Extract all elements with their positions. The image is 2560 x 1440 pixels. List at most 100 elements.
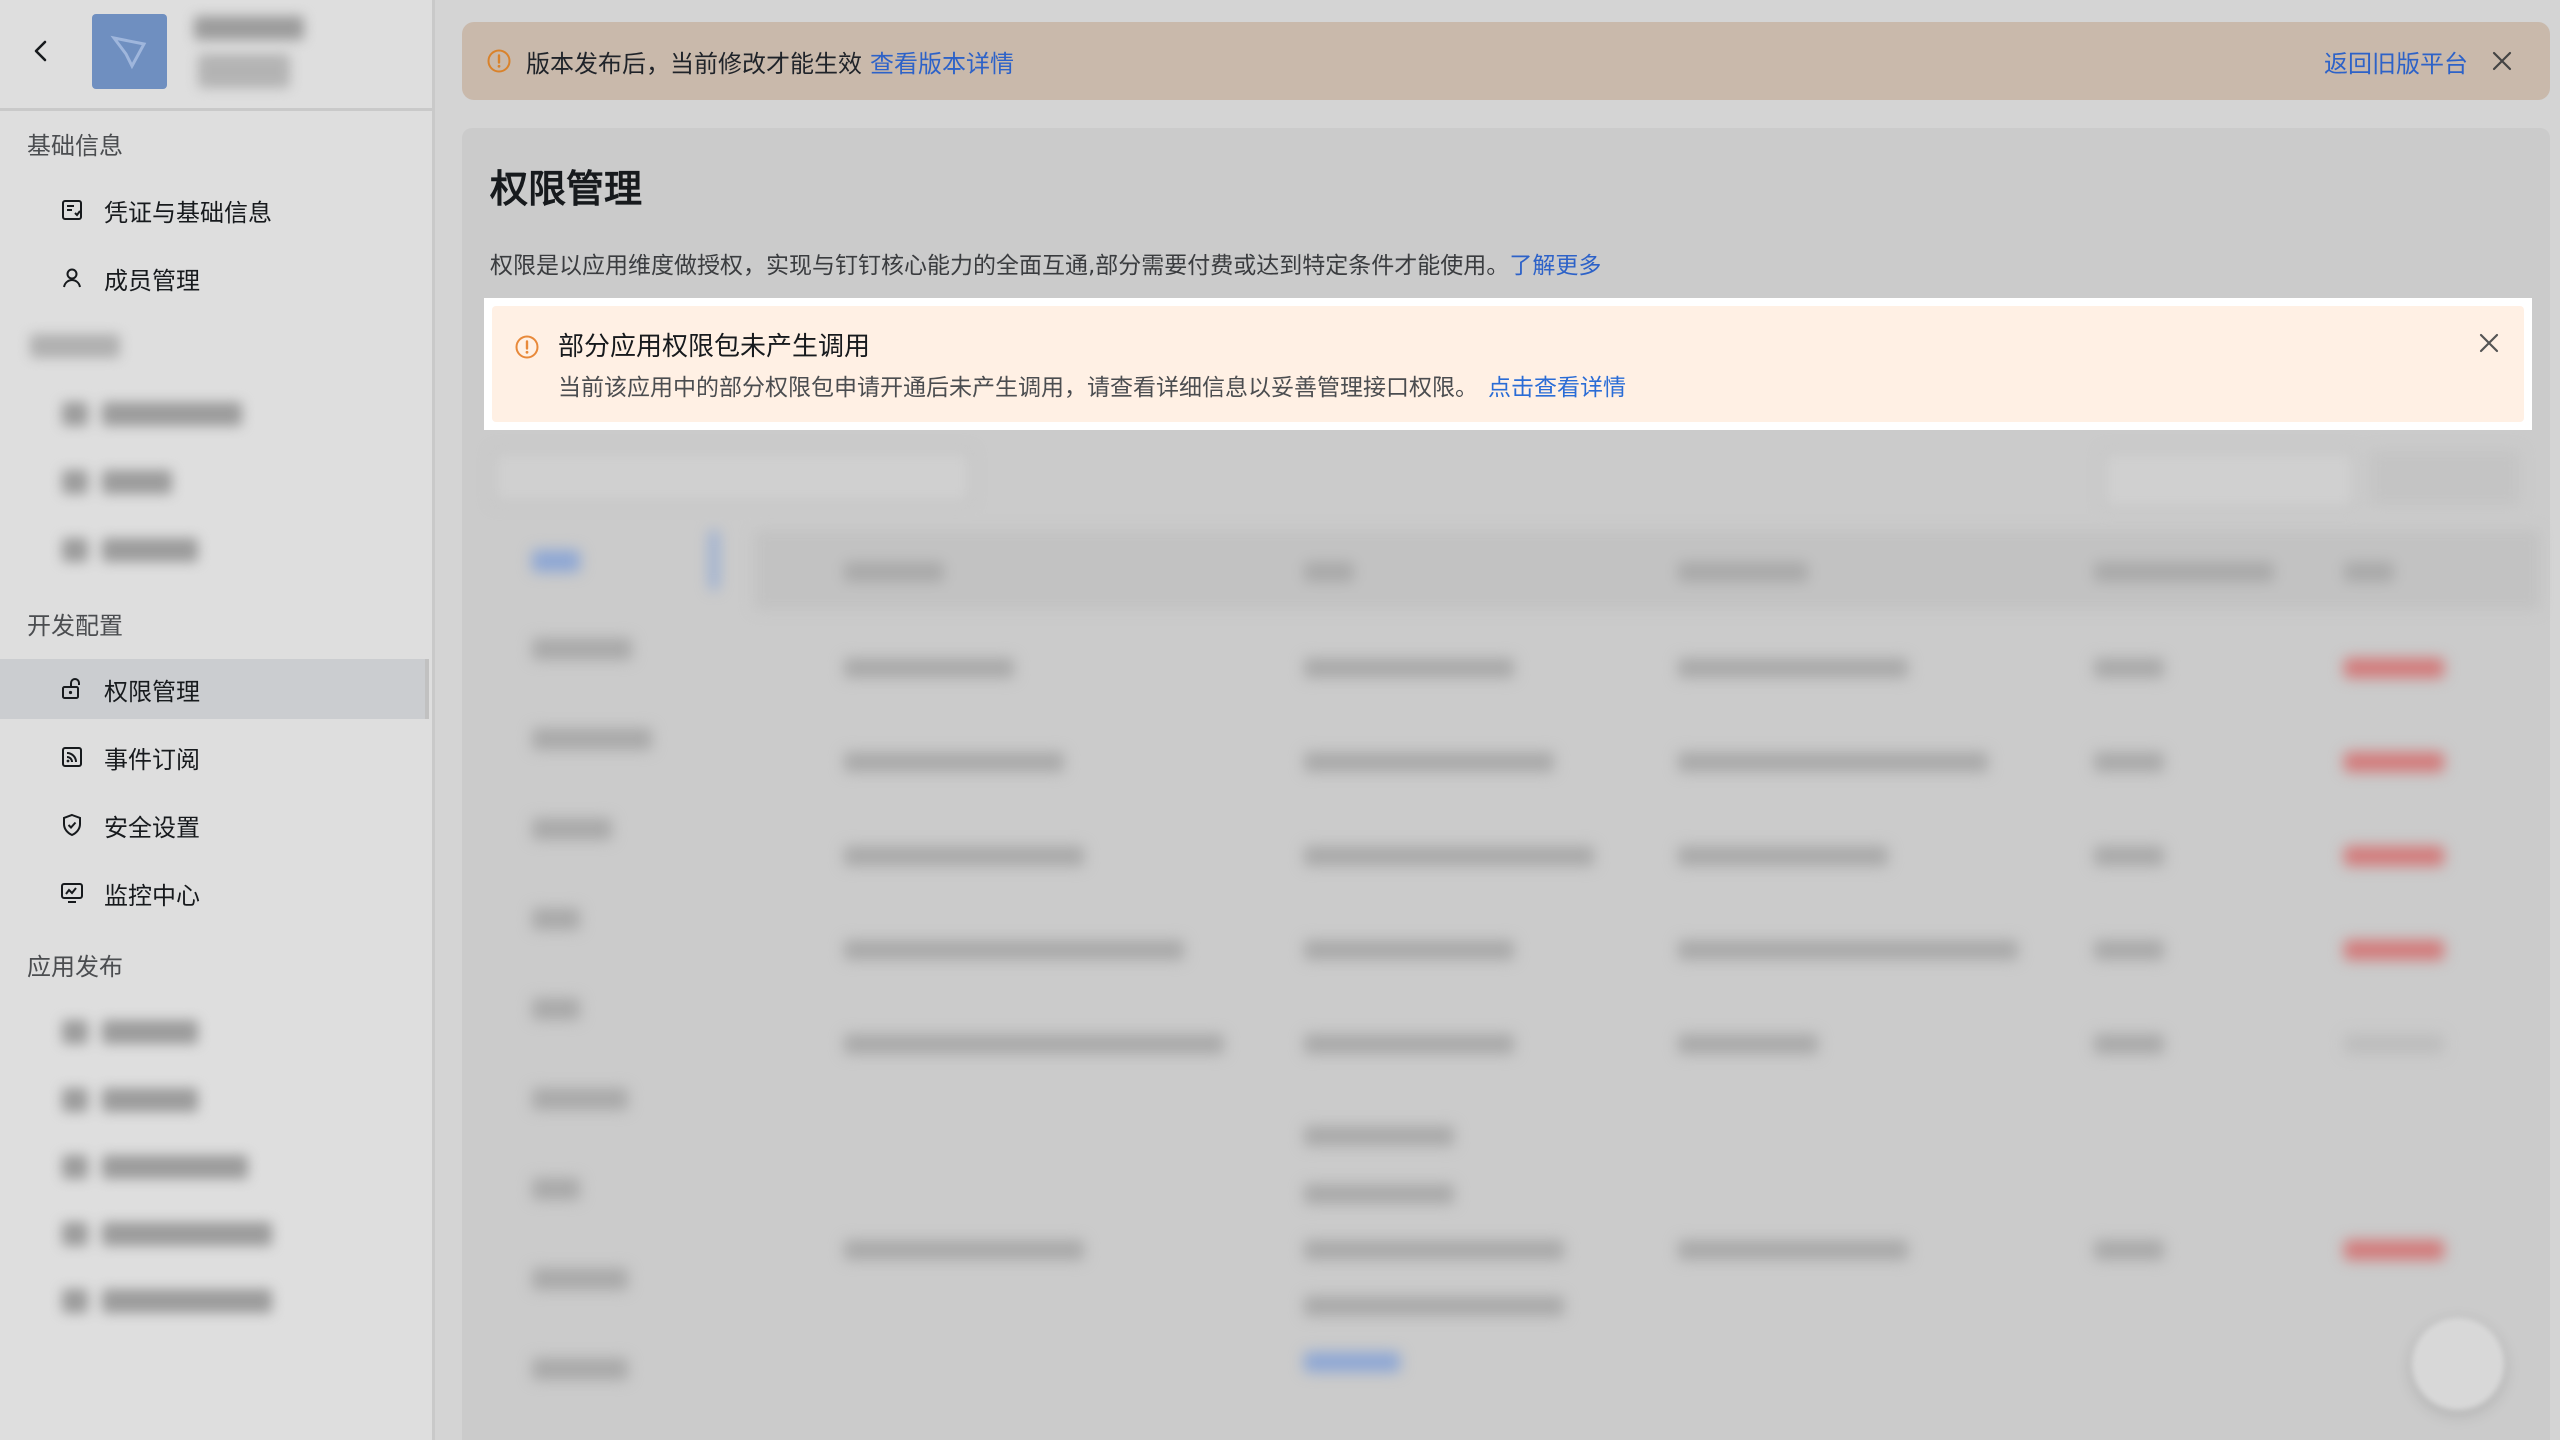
table-row[interactable] (2344, 658, 2444, 678)
sidebar: 基础信息 凭证与基础信息 成员管理 开发配置 权限管理 事件订阅 安全设置 监控… (0, 0, 435, 1440)
table-row[interactable] (844, 940, 1184, 960)
sidebar-item-blurred[interactable] (62, 470, 172, 498)
table-row[interactable] (2344, 752, 2444, 772)
table-row[interactable] (1304, 1184, 1454, 1204)
category-item[interactable] (532, 728, 652, 750)
category-item[interactable] (532, 638, 632, 660)
return-old-platform-link[interactable]: 返回旧版平台 (2324, 44, 2468, 79)
sidebar-item-monitor[interactable]: 监控中心 (0, 863, 429, 923)
shield-icon (60, 813, 84, 837)
table-row[interactable] (1304, 1034, 1514, 1054)
view-details-link[interactable]: 点击查看详情 (1488, 375, 1626, 401)
monitor-icon (60, 881, 84, 905)
sidebar-item-security[interactable]: 安全设置 (0, 795, 429, 855)
warning-icon (515, 335, 539, 359)
description-text: 权限是以应用维度做授权，实现与钉钉核心能力的全面互通,部分需要付费或达到特定条件… (490, 253, 1510, 279)
category-item[interactable] (532, 1178, 580, 1200)
table-row[interactable] (2344, 846, 2444, 866)
info-icon (487, 49, 511, 73)
sidebar-item-blurred[interactable] (62, 538, 198, 566)
toolbar-button[interactable] (2370, 450, 2520, 506)
table-row[interactable] (1678, 1034, 1818, 1054)
sidebar-section-publish: 应用发布 (27, 953, 123, 981)
table-row[interactable] (844, 658, 1014, 678)
category-item[interactable] (532, 550, 580, 572)
table-header-cell (1304, 562, 1354, 582)
sidebar-item-blurred[interactable] (62, 1222, 272, 1250)
sidebar-item-permissions[interactable]: 权限管理 (0, 659, 429, 719)
table-row[interactable] (2344, 1240, 2444, 1260)
table-row[interactable] (844, 1240, 1084, 1260)
category-item[interactable] (532, 818, 612, 840)
sidebar-item-blurred[interactable] (62, 1155, 248, 1183)
sidebar-item-label: 事件订阅 (104, 745, 200, 774)
sidebar-item-events[interactable]: 事件订阅 (0, 727, 429, 787)
table-row[interactable] (1678, 752, 1988, 772)
close-icon[interactable] (2490, 49, 2514, 73)
sidebar-header (0, 0, 432, 111)
table-row[interactable] (1678, 658, 1908, 678)
table-row[interactable] (2094, 658, 2164, 678)
table-header-cell (844, 562, 944, 582)
table-row[interactable] (1678, 1240, 1908, 1260)
unused-permission-alert: 部分应用权限包未产生调用 当前该应用中的部分权限包申请开通后未产生调用，请查看详… (492, 306, 2524, 422)
sidebar-item-blurred[interactable] (62, 402, 242, 430)
table-row[interactable] (1304, 1240, 1564, 1260)
unlock-icon (60, 677, 84, 701)
table-header-cell (1678, 562, 1808, 582)
assistant-float-button[interactable] (2412, 1318, 2504, 1410)
table-row[interactable] (2094, 846, 2164, 866)
table-row[interactable] (1678, 846, 1888, 866)
sidebar-item-blurred[interactable] (62, 1020, 198, 1048)
category-item[interactable] (532, 1088, 628, 1110)
category-item[interactable] (532, 908, 580, 930)
table-row[interactable] (1678, 940, 2018, 960)
sidebar-item-blurred[interactable] (62, 1088, 198, 1116)
table-row[interactable] (1304, 658, 1514, 678)
search-input[interactable] (492, 450, 972, 504)
table-row[interactable] (2094, 940, 2164, 960)
sidebar-item-label: 凭证与基础信息 (104, 198, 272, 227)
table-header-cell (2094, 562, 2274, 582)
table-row[interactable] (1304, 752, 1554, 772)
category-item[interactable] (532, 998, 580, 1020)
category-item[interactable] (532, 1268, 628, 1290)
page-description: 权限是以应用维度做授权，实现与钉钉核心能力的全面互通,部分需要付费或达到特定条件… (490, 246, 1601, 280)
alert-body: 当前该应用中的部分权限包申请开通后未产生调用，请查看详细信息以妥善管理接口权限。… (558, 368, 1626, 402)
category-item[interactable] (532, 1358, 628, 1380)
table-row[interactable] (2344, 1034, 2444, 1054)
credential-icon (60, 198, 84, 222)
alert-body-text: 当前该应用中的部分权限包申请开通后未产生调用，请查看详细信息以妥善管理接口权限。 (558, 375, 1478, 401)
table-row[interactable] (1304, 1296, 1564, 1316)
close-icon[interactable] (2474, 328, 2504, 358)
toolbar-button[interactable] (2102, 450, 2356, 510)
sidebar-section-basic: 基础信息 (27, 132, 123, 160)
sidebar-item-label: 安全设置 (104, 813, 200, 842)
table-row[interactable] (1304, 1126, 1454, 1146)
user-icon (60, 266, 84, 290)
table-row[interactable] (844, 1034, 1224, 1054)
sidebar-item-label: 监控中心 (104, 881, 200, 910)
table-row[interactable] (844, 846, 1084, 866)
page-title: 权限管理 (490, 167, 643, 211)
category-scroll-indicator (710, 530, 718, 590)
table-row[interactable] (2094, 752, 2164, 772)
table-row[interactable] (844, 752, 1064, 772)
table-row[interactable] (2094, 1034, 2164, 1054)
app-name-blurred (194, 16, 304, 44)
sidebar-section-dev: 开发配置 (27, 612, 123, 640)
table-row[interactable] (2094, 1240, 2164, 1260)
chevron-left-icon[interactable] (24, 34, 58, 68)
table-row[interactable] (1304, 940, 1514, 960)
version-notice-bar: 版本发布后，当前修改才能生效 查看版本详情 返回旧版平台 (462, 22, 2550, 100)
view-version-link[interactable]: 查看版本详情 (870, 44, 1014, 79)
table-row[interactable] (1304, 1352, 1400, 1372)
table-header-cell (2344, 562, 2394, 582)
learn-more-link[interactable]: 了解更多 (1509, 253, 1601, 279)
table-row[interactable] (2344, 940, 2444, 960)
table-row[interactable] (1304, 846, 1594, 866)
sidebar-item-members[interactable]: 成员管理 (0, 248, 429, 308)
sidebar-section-blurred (30, 334, 120, 362)
sidebar-item-credentials[interactable]: 凭证与基础信息 (0, 180, 429, 240)
sidebar-item-blurred[interactable] (62, 1289, 272, 1317)
